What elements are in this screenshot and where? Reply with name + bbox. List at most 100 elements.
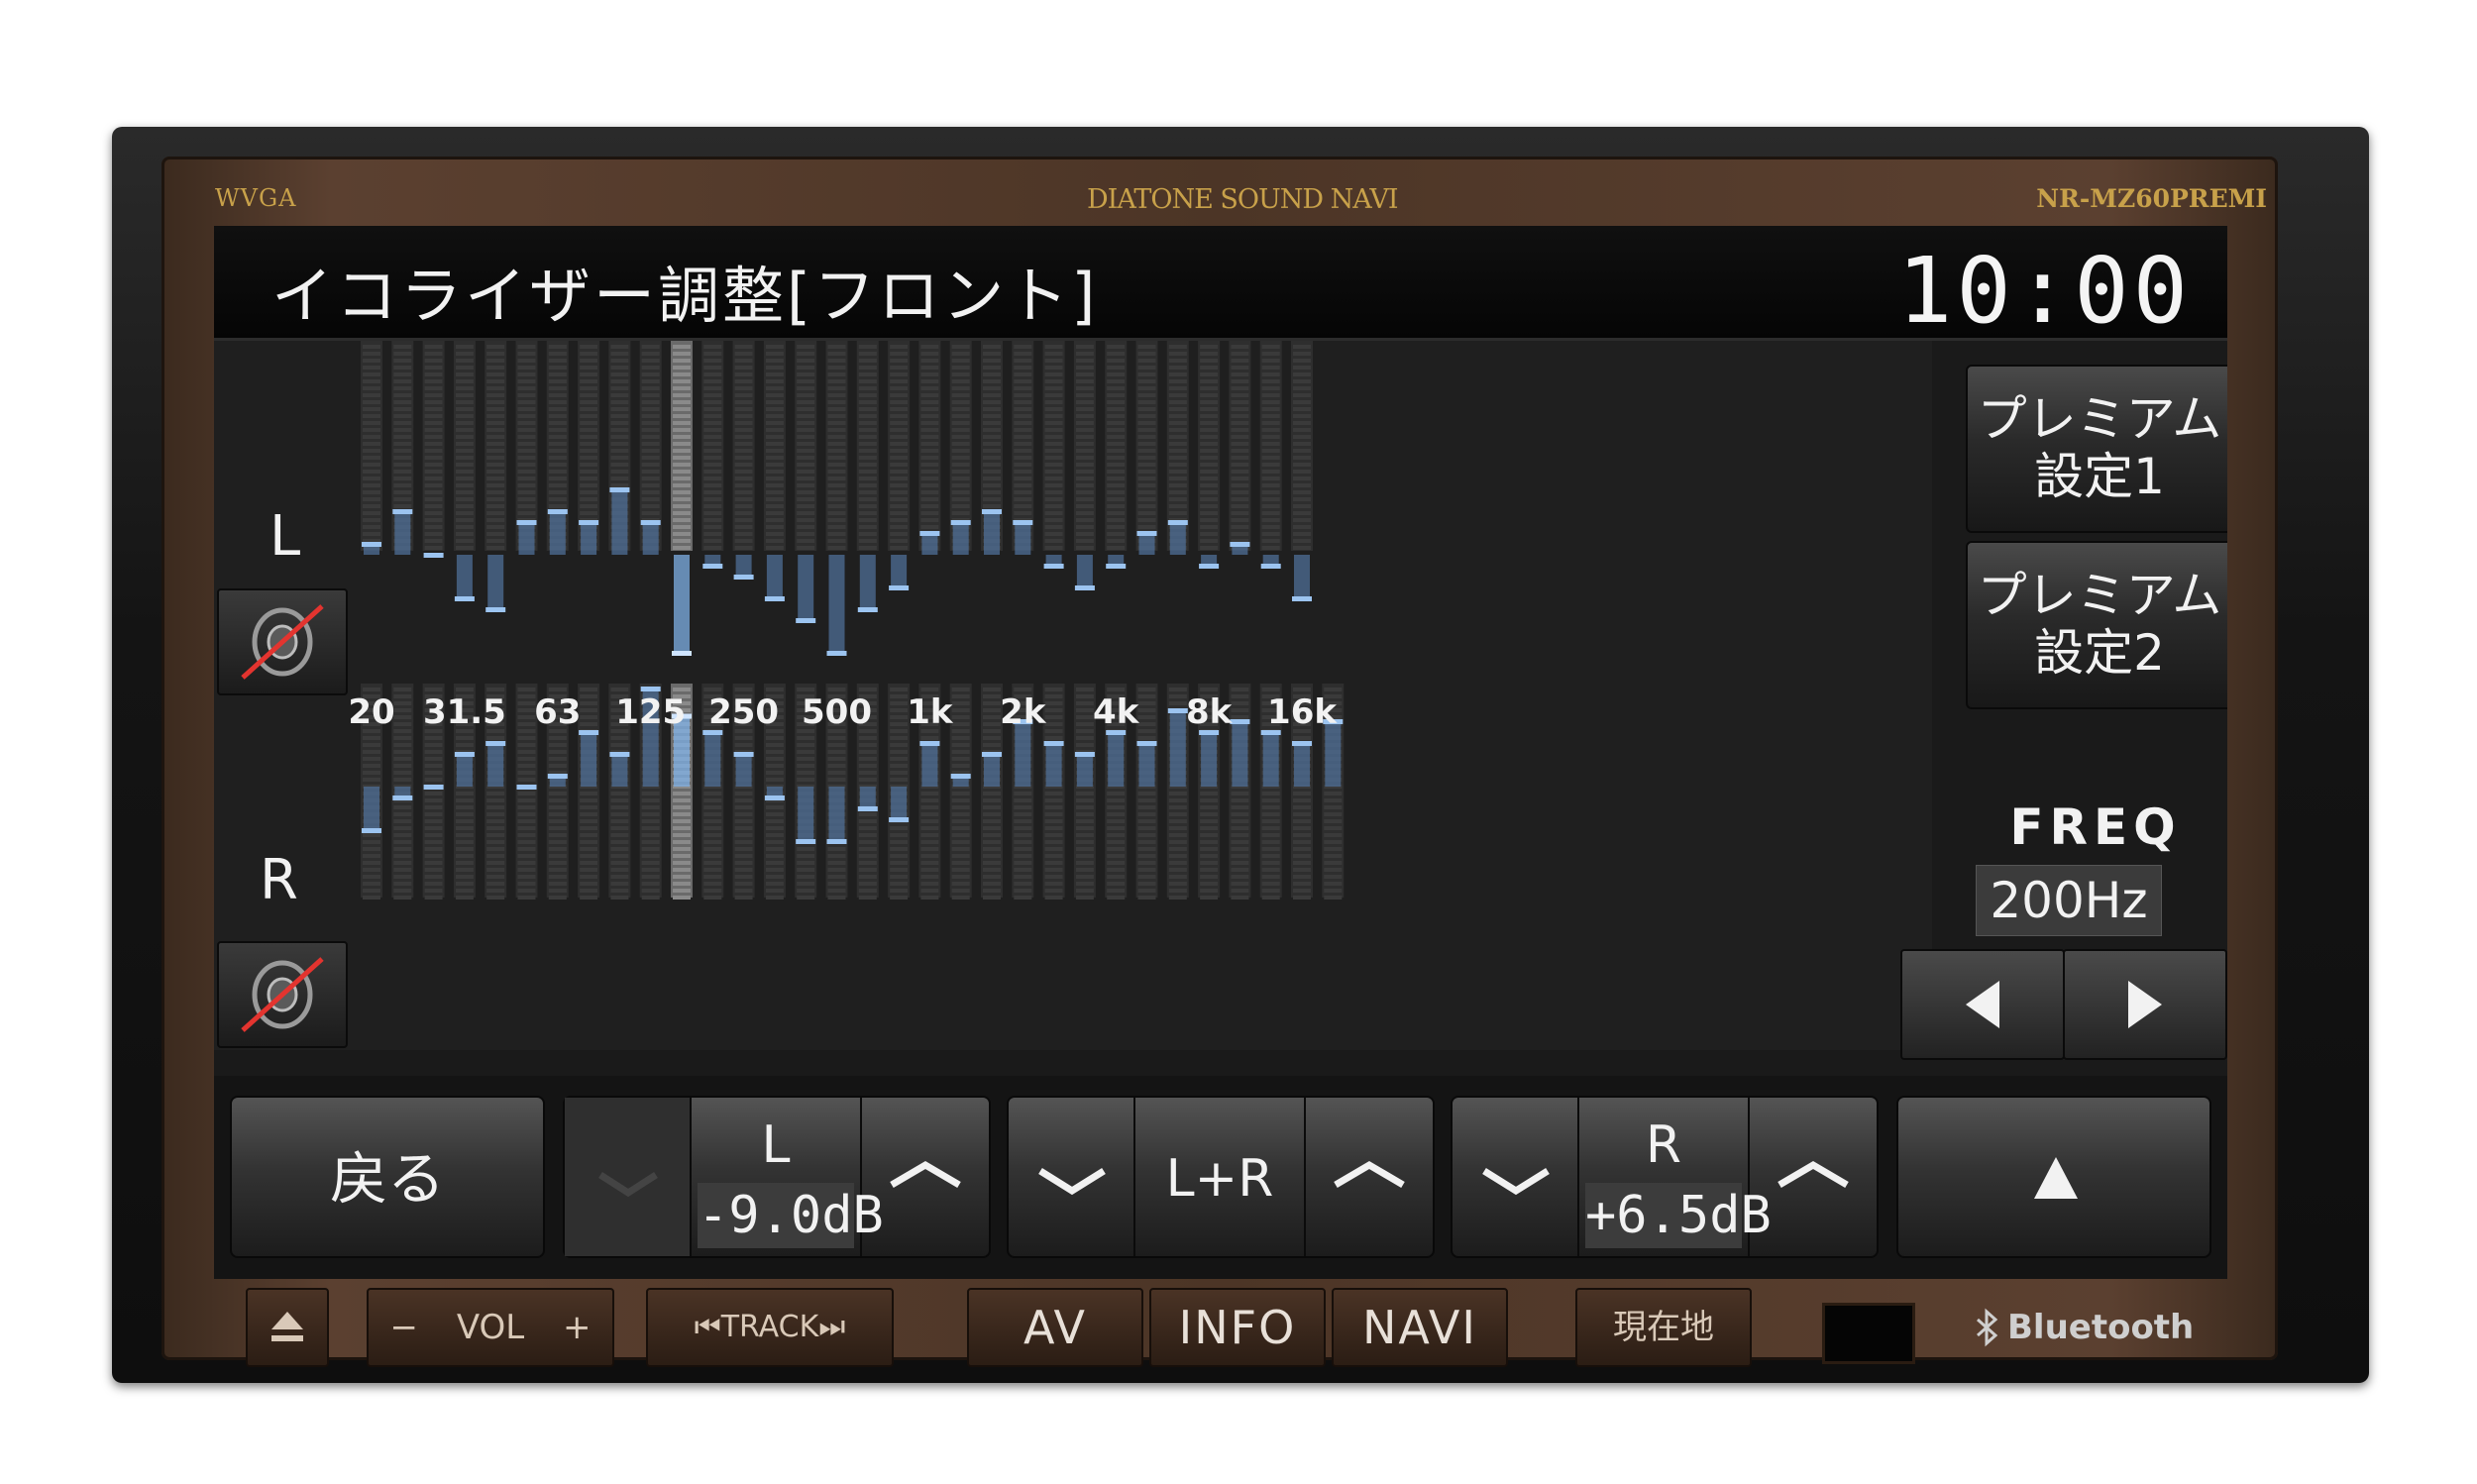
eq-graph[interactable]: 20 31.5 63 125 250 500 1k 2k 4k 8k 16k [214, 341, 1932, 1050]
right-up-button[interactable] [1750, 1098, 1877, 1256]
volume-down[interactable]: − [390, 1308, 419, 1347]
eq-track-segment [890, 442, 909, 446]
eq-freq-label: 63 [534, 692, 581, 732]
eq-track-segment [517, 352, 536, 356]
eq-track-segment [1014, 840, 1032, 844]
eq-track-segment [486, 511, 505, 515]
eq-track-segment [1200, 833, 1219, 837]
eq-track-segment [890, 345, 909, 349]
freq-next-button[interactable] [2063, 949, 2227, 1060]
eq-track-segment [765, 757, 784, 761]
eq-track-segment [393, 771, 412, 775]
eq-track-segment [858, 840, 877, 844]
eq-track-segment [1231, 456, 1249, 460]
eq-track-segment [983, 729, 1001, 733]
eq-track-segment [393, 708, 412, 712]
back-button[interactable]: 戻る [230, 1096, 545, 1258]
eq-track-segment [1168, 868, 1187, 872]
eq-track-segment [1324, 819, 1343, 823]
eq-track-segment [517, 470, 536, 474]
eq-band-left-level [1015, 522, 1031, 555]
center-down-button[interactable] [1009, 1098, 1135, 1256]
eq-track-segment [827, 400, 846, 404]
eq-track-segment [610, 463, 629, 467]
eq-track-segment [455, 792, 474, 795]
right-down-button[interactable] [1453, 1098, 1579, 1256]
eq-track-segment [703, 400, 722, 404]
left-up-button[interactable] [862, 1098, 989, 1256]
eq-track-segment [610, 833, 629, 837]
collapse-menu-button[interactable] [1896, 1096, 2211, 1258]
eq-track-segment [1137, 708, 1156, 712]
eq-track-segment [827, 764, 846, 768]
eq-track-segment [641, 490, 660, 494]
premium-setting-2-button[interactable]: プレミアム 設定2 [1966, 541, 2227, 709]
eq-track-segment [858, 386, 877, 390]
eq-track-segment [920, 889, 939, 893]
eq-track-segment [424, 847, 443, 851]
eq-track-segment [517, 456, 536, 460]
eq-track-segment [827, 449, 846, 453]
eq-track-segment [1293, 497, 1311, 501]
eq-track-segment [363, 688, 380, 691]
eq-track-segment [951, 456, 970, 460]
eq-track-segment [1107, 379, 1126, 383]
eq-track-segment [827, 456, 846, 460]
eq-track-segment [610, 819, 629, 823]
eq-track-segment [1293, 428, 1311, 432]
eq-track-segment [1075, 708, 1094, 712]
eq-track-segment [363, 372, 380, 376]
eq-track-segment [610, 456, 629, 460]
navi-button[interactable]: NAVI [1332, 1288, 1508, 1367]
eq-track-segment [1261, 490, 1280, 494]
freq-prev-button[interactable] [1900, 949, 2065, 1060]
eq-track-segment [1324, 805, 1343, 809]
eq-track-segment [1200, 525, 1219, 529]
eq-track-segment [1014, 470, 1032, 474]
eq-track-segment [734, 497, 753, 501]
eq-track-segment [673, 805, 691, 809]
eq-band-right-cap [392, 795, 413, 800]
eq-track-segment [1107, 840, 1126, 844]
eq-track-segment [363, 504, 380, 508]
eq-track-segment [580, 449, 598, 453]
eq-track-segment [580, 386, 598, 390]
eq-track-segment [1231, 833, 1249, 837]
volume-up[interactable]: + [563, 1308, 592, 1347]
eq-track-segment [424, 532, 443, 536]
eq-track-segment [890, 435, 909, 439]
info-button[interactable]: INFO [1149, 1288, 1326, 1367]
track-button[interactable]: ⏮TRACK⏭ [646, 1288, 894, 1367]
eq-track-segment [517, 366, 536, 370]
eq-band-left-cap [1292, 596, 1312, 601]
eq-band-left-level [984, 511, 1000, 555]
eq-track-segment [1044, 861, 1063, 865]
eq-track-segment [363, 497, 380, 501]
center-up-button[interactable] [1306, 1098, 1433, 1256]
eq-track-segment [1075, 889, 1094, 893]
page-title: イコライザー調整[フロント] [271, 260, 1099, 332]
eq-track-segment [673, 861, 691, 865]
eq-track-segment [393, 896, 412, 900]
eq-band-left-cap [1043, 564, 1064, 569]
av-button[interactable]: AV [967, 1288, 1143, 1367]
volume-control[interactable]: − VOL + [367, 1288, 614, 1367]
eq-band-right-cap [889, 817, 910, 822]
eq-track-segment [1137, 379, 1156, 383]
eq-track-segment [1168, 854, 1187, 858]
eq-track-segment [641, 868, 660, 872]
left-down-button[interactable] [565, 1098, 692, 1256]
eq-track-segment [890, 546, 909, 550]
current-location-button[interactable]: 現在地 [1575, 1288, 1752, 1367]
eq-track-segment [1324, 875, 1343, 879]
premium-setting-1-button[interactable]: プレミアム 設定1 [1966, 365, 2227, 533]
eq-track-segment [486, 442, 505, 446]
eq-track-segment [983, 483, 1001, 487]
eq-track-segment [1231, 504, 1249, 508]
eq-track-segment [517, 393, 536, 397]
eject-button[interactable] [246, 1288, 329, 1367]
eq-track-segment [1014, 428, 1032, 432]
eq-track-segment [827, 896, 846, 900]
eq-track-segment [1200, 428, 1219, 432]
eq-track-segment [890, 701, 909, 705]
